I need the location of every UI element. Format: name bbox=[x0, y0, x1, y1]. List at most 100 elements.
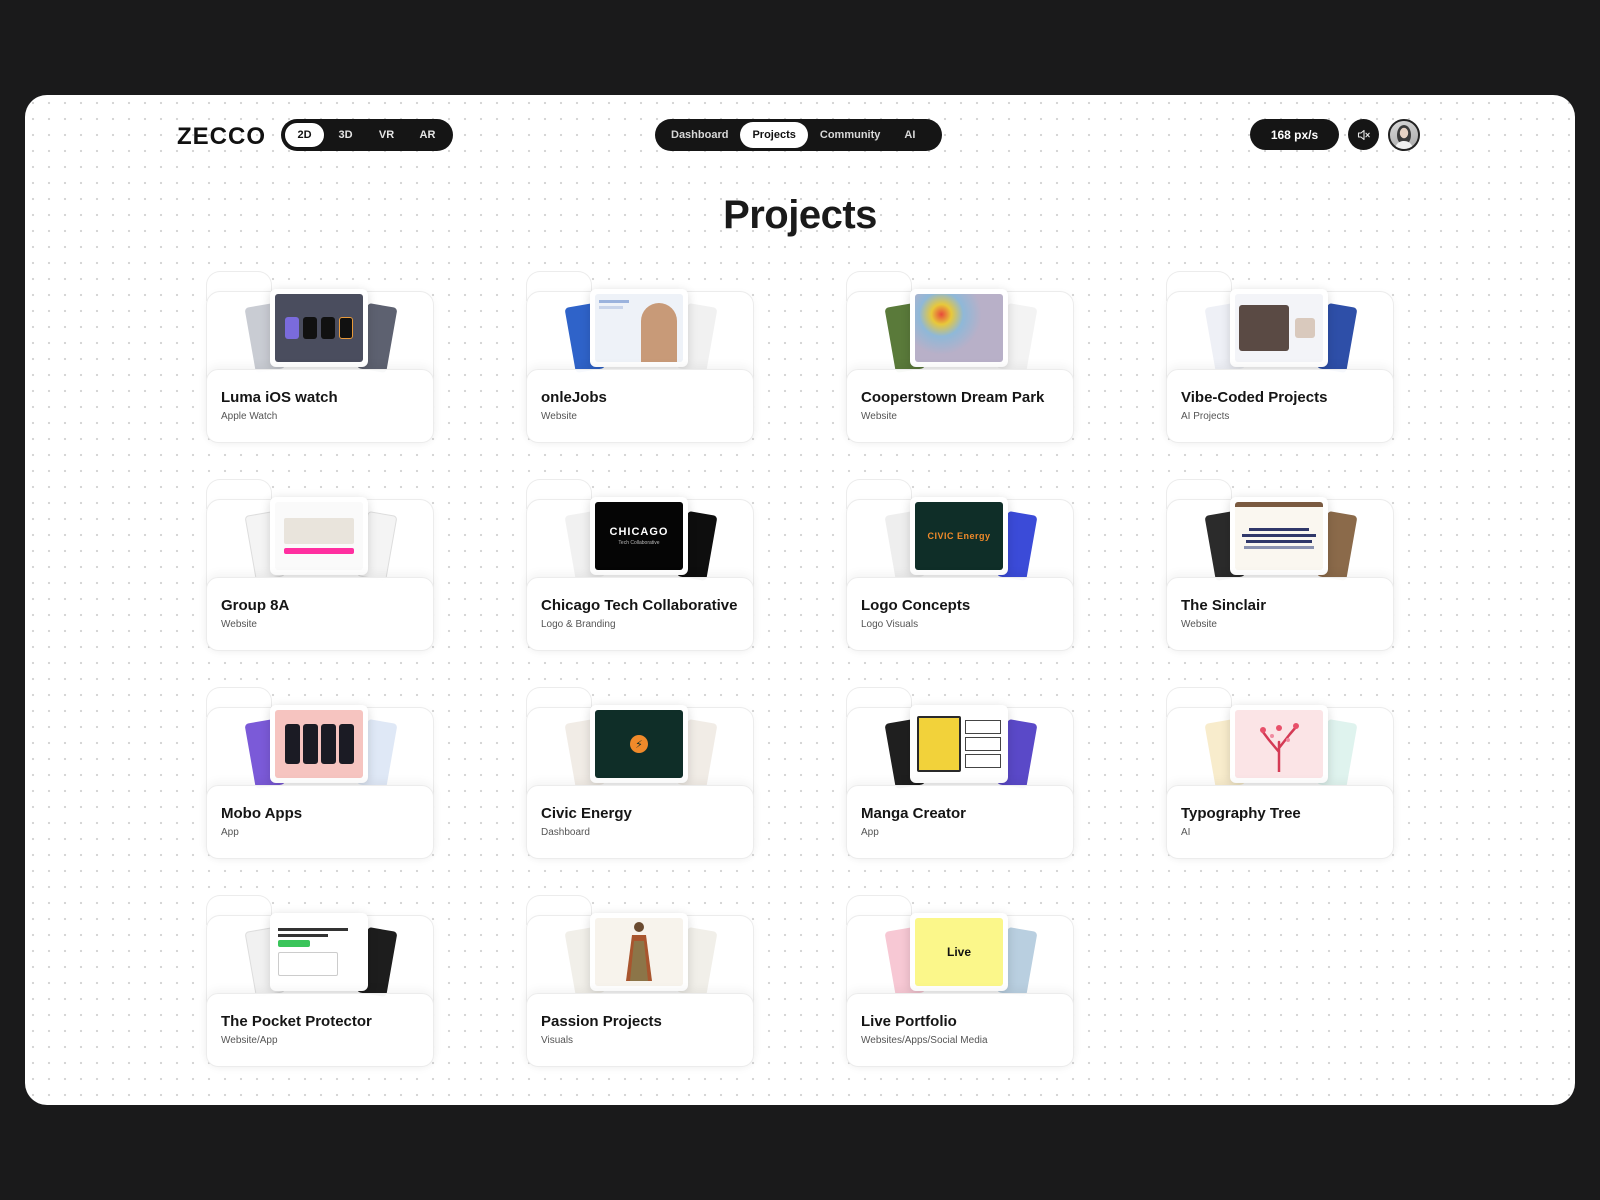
project-card-manga-creator[interactable]: Manga Creator App bbox=[846, 687, 1074, 859]
project-thumbnail bbox=[270, 705, 368, 783]
project-category: Logo Visuals bbox=[861, 619, 919, 630]
project-name: Manga Creator bbox=[861, 805, 967, 822]
project-thumbnail bbox=[1230, 289, 1328, 367]
brand-logo[interactable]: ZECCO bbox=[177, 123, 266, 151]
project-thumbnail bbox=[910, 289, 1008, 367]
card-label-panel: Live Portfolio Websites/Apps/Social Medi… bbox=[846, 993, 1074, 1067]
project-card-group-8a[interactable]: Group 8A Website bbox=[206, 479, 434, 651]
project-card-cooperstown-dream-park[interactable]: Cooperstown Dream Park Website bbox=[846, 271, 1074, 443]
project-thumbnail: CHICAGO Tech Collaborative bbox=[590, 497, 688, 575]
thumbnail-logo-text: CHICAGO bbox=[609, 526, 669, 538]
bolt-logo-icon: ⚡ bbox=[630, 735, 648, 753]
project-thumbnail: CIVIC Energy bbox=[910, 497, 1008, 575]
project-category: Apple Watch bbox=[221, 411, 278, 422]
tree-illustration-icon bbox=[1260, 723, 1299, 772]
project-category: Website bbox=[861, 411, 897, 422]
project-card-chicago-tech-collaborative[interactable]: CHICAGO Tech Collaborative Chicago Tech … bbox=[526, 479, 754, 651]
project-category: Dashboard bbox=[541, 827, 590, 838]
card-label-panel: Mobo Apps App bbox=[206, 785, 434, 859]
nav-ai[interactable]: AI bbox=[892, 122, 927, 148]
card-label-panel: The Pocket Protector Website/App bbox=[206, 993, 434, 1067]
project-thumbnail: Live bbox=[910, 913, 1008, 991]
project-name: Passion Projects bbox=[541, 1013, 662, 1030]
project-card-onlejobs[interactable]: onleJobs Website bbox=[526, 271, 754, 443]
nav-dashboard[interactable]: Dashboard bbox=[659, 122, 740, 148]
project-card-the-pocket-protector[interactable]: The Pocket Protector Website/App bbox=[206, 895, 434, 1067]
project-name: Civic Energy bbox=[541, 805, 632, 822]
card-label-panel: Civic Energy Dashboard bbox=[526, 785, 754, 859]
card-label-panel: The Sinclair Website bbox=[1166, 577, 1394, 651]
thumbnail-logo-subtext: Tech Collaborative bbox=[618, 540, 660, 546]
card-label-panel: Logo Concepts Logo Visuals bbox=[846, 577, 1074, 651]
card-label-panel: Chicago Tech Collaborative Logo & Brandi… bbox=[526, 577, 754, 651]
nav-community[interactable]: Community bbox=[808, 122, 893, 148]
project-card-live-portfolio[interactable]: Live Live Portfolio Websites/Apps/Social… bbox=[846, 895, 1074, 1067]
project-name: Luma iOS watch bbox=[221, 389, 338, 406]
thumbnail-logo-text: CIVIC Energy bbox=[927, 531, 991, 541]
card-label-panel: Group 8A Website bbox=[206, 577, 434, 651]
card-label-panel: onleJobs Website bbox=[526, 369, 754, 443]
project-name: Logo Concepts bbox=[861, 597, 971, 614]
project-category: Website bbox=[541, 411, 577, 422]
project-thumbnail bbox=[910, 705, 1008, 783]
nav-projects[interactable]: Projects bbox=[740, 122, 808, 148]
mode-vr-button[interactable]: VR bbox=[366, 122, 407, 148]
project-category: AI bbox=[1181, 827, 1191, 838]
speaker-muted-icon bbox=[1357, 129, 1370, 140]
app-window: ZECCO 2D 3D VR AR Dashboard Projects Com… bbox=[25, 95, 1575, 1105]
project-name: Mobo Apps bbox=[221, 805, 303, 822]
project-thumbnail bbox=[590, 289, 688, 367]
project-card-passion-projects[interactable]: Passion Projects Visuals bbox=[526, 895, 754, 1067]
project-category: Visuals bbox=[541, 1035, 574, 1046]
project-category: Websites/Apps/Social Media bbox=[861, 1035, 988, 1046]
project-name: Vibe-Coded Projects bbox=[1181, 389, 1328, 406]
card-label-panel: Vibe-Coded Projects AI Projects bbox=[1166, 369, 1394, 443]
project-name: onleJobs bbox=[541, 389, 607, 406]
project-thumbnail: ⚡ bbox=[590, 705, 688, 783]
project-card-logo-concepts[interactable]: CIVIC Energy Logo Concepts Logo Visuals bbox=[846, 479, 1074, 651]
mode-ar-button[interactable]: AR bbox=[407, 122, 448, 148]
view-mode-switcher: 2D 3D VR AR bbox=[281, 119, 453, 151]
project-category: Website bbox=[1181, 619, 1217, 630]
project-name: Live Portfolio bbox=[861, 1013, 957, 1030]
fashion-illustration-icon bbox=[626, 922, 652, 981]
page-title: Projects bbox=[723, 193, 877, 237]
user-portrait-icon bbox=[1395, 125, 1413, 149]
project-card-typography-tree[interactable]: Typography Tree AI bbox=[1166, 687, 1394, 859]
project-card-luma-ios-watch[interactable]: Luma iOS watch Apple Watch bbox=[206, 271, 434, 443]
project-name: The Pocket Protector bbox=[221, 1013, 372, 1030]
card-label-panel: Passion Projects Visuals bbox=[526, 993, 754, 1067]
thumbnail-live-label: Live bbox=[946, 945, 971, 959]
project-category: Website/App bbox=[221, 1035, 278, 1046]
project-category: Website bbox=[221, 619, 257, 630]
project-name: The Sinclair bbox=[1181, 597, 1267, 614]
project-thumbnail bbox=[270, 913, 368, 991]
project-thumbnail bbox=[1230, 705, 1328, 783]
project-name: Chicago Tech Collaborative bbox=[541, 597, 738, 614]
main-nav: Dashboard Projects Community AI bbox=[655, 119, 942, 151]
project-thumbnail bbox=[1230, 497, 1328, 575]
mode-2d-button[interactable]: 2D bbox=[284, 122, 325, 148]
project-category: App bbox=[861, 827, 879, 838]
project-thumbnail bbox=[590, 913, 688, 991]
card-label-panel: Manga Creator App bbox=[846, 785, 1074, 859]
project-card-vibe-coded-projects[interactable]: Vibe-Coded Projects AI Projects bbox=[1166, 271, 1394, 443]
mode-3d-button[interactable]: 3D bbox=[325, 122, 366, 148]
project-name: Group 8A bbox=[221, 597, 290, 614]
mute-button[interactable] bbox=[1348, 119, 1379, 150]
card-label-panel: Typography Tree AI bbox=[1166, 785, 1394, 859]
project-card-mobo-apps[interactable]: Mobo Apps App bbox=[206, 687, 434, 859]
project-name: Cooperstown Dream Park bbox=[861, 389, 1045, 406]
project-card-the-sinclair[interactable]: The Sinclair Website bbox=[1166, 479, 1394, 651]
card-label-panel: Luma iOS watch Apple Watch bbox=[206, 369, 434, 443]
project-category: App bbox=[221, 827, 239, 838]
project-thumbnail bbox=[270, 497, 368, 575]
scroll-speed-indicator[interactable]: 168 px/s bbox=[1250, 119, 1339, 150]
project-thumbnail bbox=[270, 289, 368, 367]
project-category: AI Projects bbox=[1181, 411, 1230, 422]
avatar[interactable] bbox=[1388, 119, 1420, 151]
project-card-civic-energy[interactable]: ⚡ Civic Energy Dashboard bbox=[526, 687, 754, 859]
card-label-panel: Cooperstown Dream Park Website bbox=[846, 369, 1074, 443]
project-name: Typography Tree bbox=[1181, 805, 1301, 822]
project-category: Logo & Branding bbox=[541, 619, 616, 630]
